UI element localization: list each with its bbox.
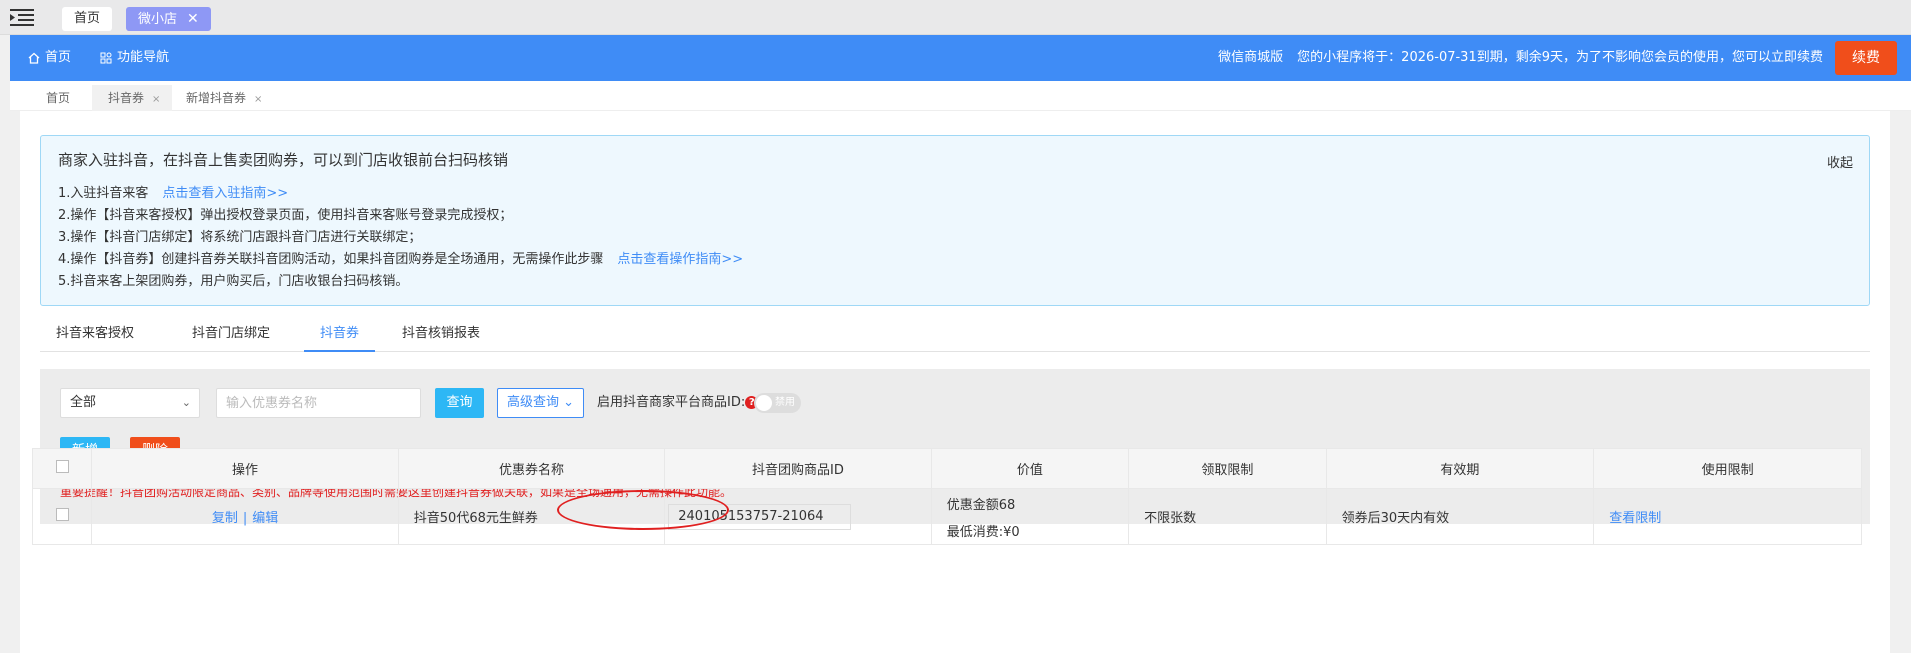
tab-verification-report[interactable]: 抖音核销报表 [386, 316, 496, 352]
view-limit-link[interactable]: 查看限制 [1609, 511, 1661, 526]
guide-title: 商家入驻抖音，在抖音上售卖团购券，可以到门店收银前台扫码核销 [58, 151, 509, 169]
operation-cell: 复制 | 编辑 [91, 488, 399, 545]
window-tab-bar: 首页 微小店 ✕ [0, 0, 1911, 35]
tab-douyin-coupon[interactable]: 抖音券 [304, 316, 376, 352]
operation-guide-link[interactable]: 点击查看操作指南>> [617, 252, 743, 267]
toggle-label: 禁用 [775, 397, 795, 408]
guide-step-text: 4.操作【抖音券】创建抖音券关联抖音团购活动，如果抖音团购券是全场通用，无需操作… [58, 252, 604, 267]
discount-amount: 优惠金额68 [946, 497, 1016, 513]
column-header: 优惠券名称 [397, 448, 666, 489]
tab-store-binding[interactable]: 抖音门店绑定 [176, 316, 286, 352]
row-checkbox[interactable] [55, 508, 69, 521]
select-all-checkbox[interactable] [55, 460, 69, 473]
table-header-row: 操作 优惠券名称 抖音团购商品ID 价值 领取限制 有效期 使用限制 [31, 448, 1862, 489]
expiry-text: 您的小程序将于：2026-07-31到期，剩余9天，为了不影响您会员的使用，您可… [1297, 50, 1823, 65]
header-function-nav-label: 功能导航 [117, 50, 170, 65]
close-icon[interactable]: × [254, 94, 262, 105]
chevron-down-icon: ⌄ [181, 396, 191, 409]
breadcrumb-tabs: 首页 抖音券 × 新增抖音券 × [10, 81, 1911, 111]
guide-step-4: 4.操作【抖音券】创建抖音券关联抖音团购活动，如果抖音团购券是全场通用，无需操作… [58, 248, 743, 267]
breadcrumb-label: 抖音券 [108, 91, 145, 105]
header-function-nav[interactable]: 功能导航 [100, 35, 169, 81]
column-header: 抖音团购商品ID [664, 448, 932, 489]
advanced-query-button[interactable]: 高级查询 ⌄ [497, 388, 584, 418]
guide-step-2: 2.操作【抖音来客授权】弹出授权登录页面，使用抖音来客账号登录完成授权； [58, 208, 513, 223]
expiry-notice: 微信商城版 您的小程序将于：2026-07-31到期，剩余9天，为了不影响您会员的… [1218, 35, 1823, 81]
claim-limit-cell: 不限张数 [1128, 488, 1327, 545]
copy-link[interactable]: 复制 [212, 511, 238, 526]
main-panel: 商家入驻抖音，在抖音上售卖团购券，可以到门店收银前台扫码核销 收起 1.入驻抖音… [20, 111, 1890, 653]
enable-product-id-setting: 启用抖音商家平台商品ID:? [597, 388, 759, 418]
top-header: 首页 功能导航 微信商城版 您的小程序将于：2026-07-31到期，剩余9天，为… [10, 35, 1911, 81]
minimum-spend: 最低消费:¥0 [946, 524, 1020, 540]
coupon-table: 操作 优惠券名称 抖音团购商品ID 价值 领取限制 有效期 使用限制 复制 | 编辑… [31, 448, 1862, 545]
home-icon [28, 52, 40, 64]
window-tab-home[interactable]: 首页 [62, 7, 113, 31]
select-all-cell [31, 448, 93, 489]
tab-bar: 抖音来客授权 抖音门店绑定 抖音券 抖音核销报表 [40, 316, 1870, 352]
validity-cell: 领券后30天内有效 [1325, 488, 1595, 545]
breadcrumb-tab-new-coupon[interactable]: 新增抖音券 × [170, 85, 274, 111]
column-header: 使用限制 [1593, 448, 1862, 489]
enable-product-id-label: 启用抖音商家平台商品ID: [597, 395, 746, 410]
query-button[interactable]: 查询 [435, 388, 484, 418]
column-header: 领取限制 [1128, 448, 1327, 489]
collapse-button[interactable]: 收起 [1827, 152, 1853, 171]
chevron-down-icon: ⌄ [563, 395, 575, 410]
guide-step-1: 1.入驻抖音来客 点击查看入驻指南>> [58, 182, 288, 201]
usage-limit-cell: 查看限制 [1593, 488, 1862, 545]
header-home-link[interactable]: 首页 [28, 35, 71, 81]
category-select[interactable]: 全部 ⌄ [60, 388, 200, 418]
window-tab-shop[interactable]: 微小店 ✕ [126, 7, 211, 31]
column-header: 有效期 [1325, 448, 1595, 489]
close-icon[interactable]: × [152, 94, 160, 105]
breadcrumb-tab-home[interactable]: 首页 [30, 85, 82, 111]
window-tab-label: 首页 [74, 11, 101, 26]
close-icon[interactable]: ✕ [187, 11, 199, 27]
grid-icon [100, 52, 112, 64]
guide-step-5: 5.抖音来客上架团购券，用户购买后，门店收银台扫码核销。 [58, 274, 409, 289]
row-select-cell [31, 488, 93, 545]
breadcrumb-tab-douyin-coupon[interactable]: 抖音券 × [92, 85, 173, 111]
window-tab-label: 微小店 [138, 12, 178, 27]
renew-button[interactable]: 续费 [1835, 41, 1897, 75]
table-row: 复制 | 编辑 抖音50代68元生鲜券 240105153757-21064 优惠金… [31, 488, 1862, 545]
column-header: 操作 [91, 448, 399, 489]
header-home-label: 首页 [45, 50, 72, 65]
highlight-circle [557, 490, 729, 530]
select-value: 全部 [70, 395, 97, 410]
guide-step-text: 1.入驻抖音来客 [58, 186, 149, 201]
breadcrumb-label: 新增抖音券 [186, 91, 247, 105]
coupon-name-search-input[interactable] [216, 388, 421, 418]
column-header: 价值 [930, 448, 1130, 489]
guide-step-3: 3.操作【抖音门店绑定】将系统门店跟抖音门店进行关联绑定； [58, 230, 422, 245]
guide-box: 商家入驻抖音，在抖音上售卖团购券，可以到门店收银前台扫码核销 收起 1.入驻抖音… [40, 135, 1870, 306]
menu-indent-icon[interactable] [10, 9, 34, 27]
edit-link[interactable]: 编辑 [252, 511, 278, 526]
enable-product-id-toggle[interactable]: 禁用 [754, 393, 801, 413]
version-label: 微信商城版 [1218, 50, 1284, 65]
breadcrumb-label: 首页 [46, 91, 71, 105]
settle-guide-link[interactable]: 点击查看入驻指南>> [162, 186, 288, 201]
operation-separator: | [242, 511, 248, 526]
tab-douyin-auth[interactable]: 抖音来客授权 [40, 316, 150, 352]
toggle-knob [756, 395, 772, 411]
advanced-query-label: 高级查询 [506, 395, 559, 410]
value-cell: 优惠金额68 最低消费:¥0 [930, 488, 1130, 545]
